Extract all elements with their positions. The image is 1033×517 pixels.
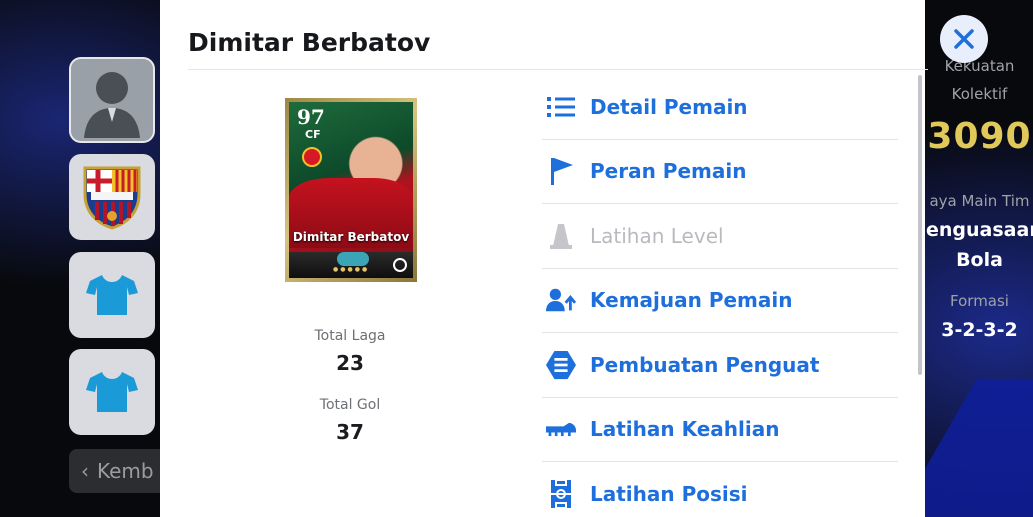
team-style-value: enguasaan Bola (926, 219, 1033, 271)
booster-icon (546, 350, 576, 380)
menu-label: Latihan Posisi (590, 482, 748, 507)
boot-icon (546, 414, 576, 444)
menu-label: Peran Pemain (590, 159, 747, 184)
pitch-icon (546, 479, 576, 510)
team-style-label: aya Main Tim (929, 192, 1030, 210)
close-icon (954, 29, 974, 49)
formation-label: Formasi (950, 292, 1009, 310)
menu-label: Latihan Level (590, 223, 724, 248)
player-actions-menu: Detail Pemain Peran Pemain Latihan Level… (542, 75, 898, 517)
card-position: CF (305, 128, 321, 141)
menu-label: Latihan Keahlian (590, 417, 780, 442)
title-divider (188, 69, 928, 70)
menu-label: Pembuatan Penguat (590, 352, 820, 377)
jersey-icon (86, 275, 138, 315)
skill-badge-icon (337, 252, 369, 266)
club-crest-icon (302, 147, 322, 167)
total-goals-value: 37 (336, 420, 364, 444)
efootball-logo-icon (393, 258, 407, 272)
list-icon (546, 92, 576, 122)
total-matches-label: Total Laga (314, 328, 386, 344)
flag-icon (546, 156, 576, 186)
player-card[interactable]: 97 CF Dimitar Berbatov ●●●●● (285, 98, 417, 282)
total-goals-label: Total Gol (319, 397, 381, 413)
formation-value: 3-2-3-2 (941, 319, 1018, 341)
collective-strength-label: Kekuatan Kolektif (944, 57, 1015, 103)
manager-silhouette-icon (84, 72, 140, 138)
back-label: Kemb (97, 459, 154, 483)
player-actions-modal: Dimitar Berbatov 97 CF Dimitar Berbatov … (160, 0, 928, 517)
player-progress-icon (546, 285, 576, 315)
scrollbar[interactable] (918, 75, 922, 375)
menu-item-player-role[interactable]: Peran Pemain (542, 140, 898, 204)
club-badge-button[interactable] (69, 154, 155, 240)
player-name-title: Dimitar Berbatov (188, 28, 431, 57)
home-kit-button[interactable] (69, 252, 155, 338)
collective-strength-value: 3090 (927, 116, 1032, 157)
card-player-name: Dimitar Berbatov (292, 230, 410, 244)
away-kit-button[interactable] (69, 349, 155, 435)
menu-item-player-progress[interactable]: Kemajuan Pemain (542, 269, 898, 333)
player-card-art: 97 CF Dimitar Berbatov ●●●●● (289, 102, 413, 278)
jersey-icon (86, 372, 138, 412)
menu-item-booster-creation[interactable]: Pembuatan Penguat (542, 333, 898, 398)
card-stars-icon: ●●●●● (333, 266, 370, 273)
menu-item-position-training[interactable]: Latihan Posisi (542, 462, 898, 517)
menu-item-level-training[interactable]: Latihan Level (542, 204, 898, 269)
cone-icon (546, 221, 576, 251)
total-matches-value: 23 (336, 351, 364, 375)
menu-item-player-details[interactable]: Detail Pemain (542, 75, 898, 140)
team-info-panel: Kekuatan Kolektif 3090 aya Main Tim engu… (926, 52, 1033, 345)
chevron-left-icon: ‹ (81, 459, 89, 483)
close-button[interactable] (940, 15, 988, 63)
menu-item-skill-training[interactable]: Latihan Keahlian (542, 398, 898, 462)
fcb-crest-icon (83, 166, 141, 230)
menu-label: Detail Pemain (590, 94, 748, 119)
card-rating: 97 (297, 105, 325, 129)
manager-avatar-button[interactable] (69, 57, 155, 143)
menu-label: Kemajuan Pemain (590, 288, 793, 313)
